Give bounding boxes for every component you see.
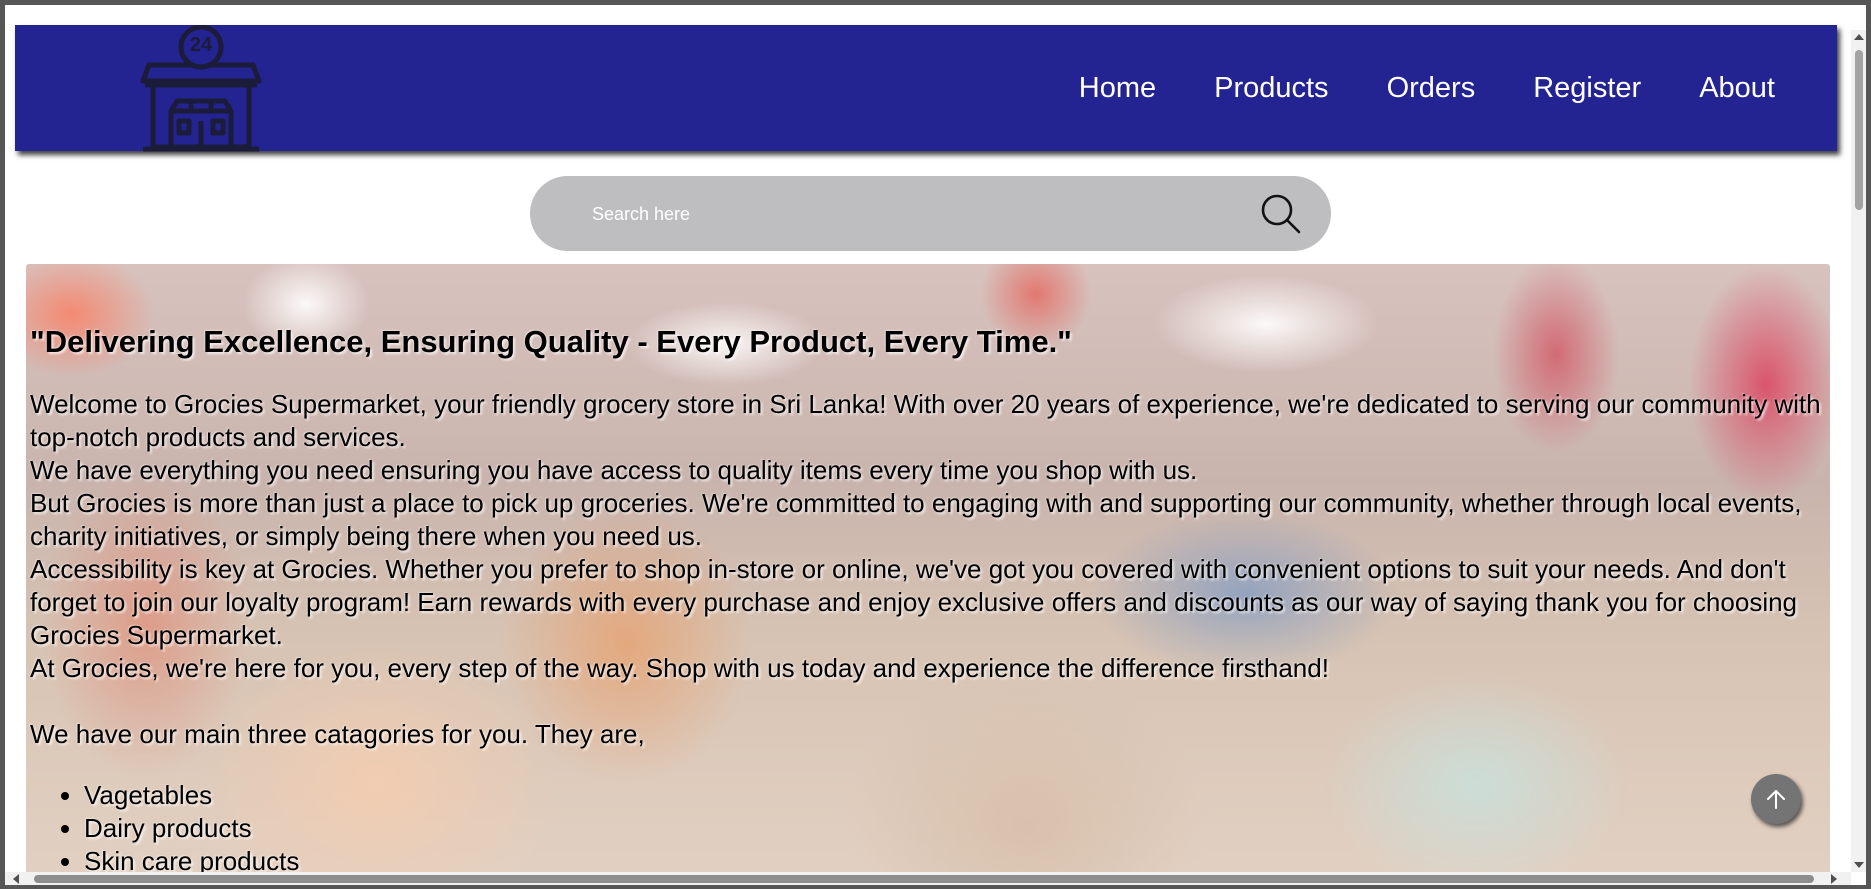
category-item: Vagetables — [84, 779, 1830, 812]
category-item: Dairy products — [84, 812, 1830, 845]
browser-viewport: 24 Home Products Orders Register About "… — [5, 5, 1866, 885]
scroll-left-arrow-icon[interactable] — [13, 874, 19, 884]
vertical-scrollbar[interactable] — [1851, 30, 1866, 872]
search-icon[interactable] — [1259, 192, 1303, 236]
logo-badge-text: 24 — [189, 34, 213, 56]
nav-home-link[interactable]: Home — [1079, 72, 1156, 105]
nav-products-link[interactable]: Products — [1214, 72, 1328, 105]
hero-heading: "Delivering Excellence, Ensuring Quality… — [30, 324, 1072, 359]
hero-paragraph: Welcome to Grocies Supermarket, your fri… — [30, 389, 1821, 452]
nav-register-link[interactable]: Register — [1533, 72, 1641, 105]
nav-about-link[interactable]: About — [1699, 72, 1775, 105]
main-nav: Home Products Orders Register About — [1079, 25, 1775, 151]
hero-section: "Delivering Excellence, Ensuring Quality… — [26, 264, 1830, 885]
hero-paragraph: At Grocies, we're here for you, every st… — [30, 653, 1329, 683]
hero-paragraph: We have everything you need ensuring you… — [30, 455, 1198, 485]
nav-orders-link[interactable]: Orders — [1387, 72, 1476, 105]
scroll-up-arrow-icon[interactable] — [1854, 34, 1864, 40]
horizontal-scrollbar[interactable] — [5, 872, 1851, 885]
vertical-scroll-thumb[interactable] — [1855, 50, 1863, 210]
search-input[interactable] — [590, 176, 1234, 253]
scroll-down-arrow-icon[interactable] — [1854, 862, 1864, 868]
scroll-right-arrow-icon[interactable] — [1831, 874, 1837, 884]
arrow-up-icon — [1767, 790, 1785, 809]
navbar: 24 Home Products Orders Register About — [15, 24, 1837, 153]
hero-paragraph: Accessibility is key at Grocies. Whether… — [30, 554, 1798, 650]
hero-paragraph: But Grocies is more than just a place to… — [30, 488, 1802, 551]
hero-description: Welcome to Grocies Supermarket, your fri… — [30, 388, 1830, 685]
scroll-to-top-button[interactable] — [1751, 774, 1801, 824]
horizontal-scroll-thumb[interactable] — [34, 875, 1814, 883]
category-list: Vagetables Dairy products Skin care prod… — [30, 779, 1830, 878]
hero-content: "Delivering Excellence, Ensuring Quality… — [30, 324, 1830, 878]
store-logo-icon[interactable]: 24 — [131, 24, 271, 153]
categories-intro: We have our main three catagories for yo… — [30, 719, 645, 749]
search-bar — [530, 176, 1331, 253]
